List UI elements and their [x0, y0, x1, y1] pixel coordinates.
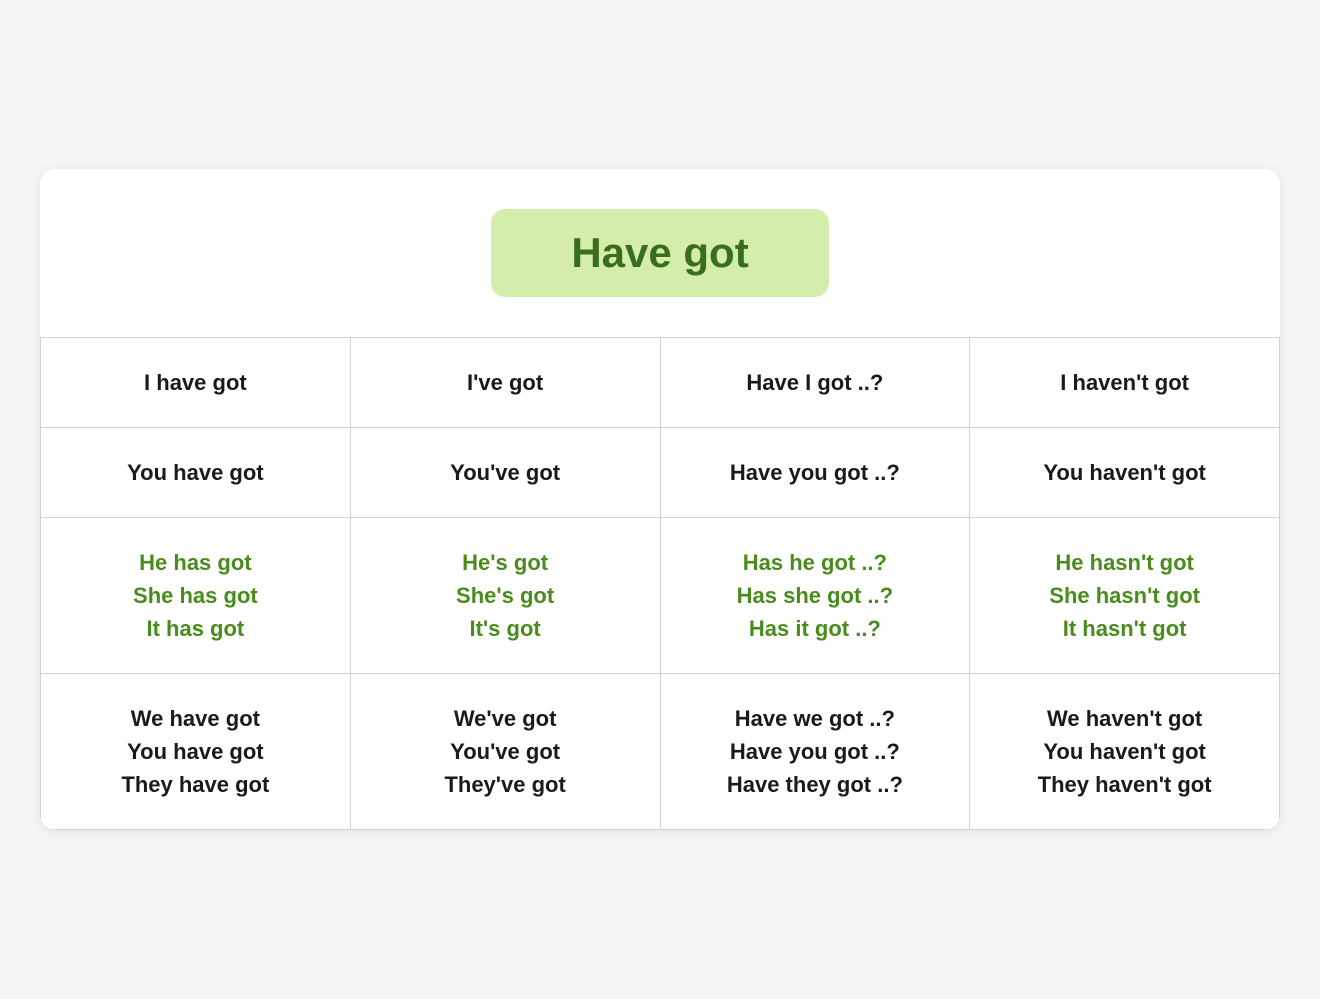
- table-cell: Have you got ..?: [660, 428, 970, 518]
- cell-text: I've got: [467, 370, 543, 395]
- table-cell: You have got: [41, 428, 351, 518]
- cell-text: I haven't got: [1060, 370, 1189, 395]
- cell-text: You haven't got: [1043, 460, 1206, 485]
- cell-text: We haven't got: [1047, 706, 1202, 731]
- cell-text: It has got: [146, 616, 244, 641]
- cell-text: You have got: [127, 739, 264, 764]
- cell-text: They haven't got: [1038, 772, 1212, 797]
- conjugation-table: I have got I've got Have I got ..? I haven'…: [40, 337, 1280, 830]
- cell-text: Has she got ..?: [737, 583, 893, 608]
- cell-text: She has got: [133, 583, 258, 608]
- cell-text: They have got: [121, 772, 269, 797]
- cell-text: We've got: [454, 706, 557, 731]
- cell-text: I have got: [144, 370, 247, 395]
- cell-text: You've got: [450, 739, 560, 764]
- table-cell: Have I got ..?: [660, 338, 970, 428]
- table-cell: He has got She has got It has got: [41, 518, 351, 674]
- cell-text: Have they got ..?: [727, 772, 903, 797]
- table-cell: Have we got ..? Have you got ..? Have they…: [660, 674, 970, 830]
- page-title: Have got: [571, 229, 748, 276]
- table-cell: We haven't got You haven't got They haven'…: [970, 674, 1280, 830]
- table-cell: You haven't got: [970, 428, 1280, 518]
- table-row: We have got You have got They have got We'v…: [41, 674, 1280, 830]
- cell-text: It hasn't got: [1063, 616, 1187, 641]
- cell-text: Has it got ..?: [749, 616, 881, 641]
- cell-text: We have got: [131, 706, 260, 731]
- cell-text: It's got: [470, 616, 541, 641]
- table-cell: He's got She's got It's got: [350, 518, 660, 674]
- table-cell: I have got: [41, 338, 351, 428]
- table-cell: He hasn't got She hasn't got It hasn't got: [970, 518, 1280, 674]
- cell-text: He hasn't got: [1055, 550, 1193, 575]
- cell-text: She's got: [456, 583, 554, 608]
- table-cell: I've got: [350, 338, 660, 428]
- table-cell: I haven't got: [970, 338, 1280, 428]
- table-row: You have got You've got Have you got ..? Yo…: [41, 428, 1280, 518]
- cell-text: Has he got ..?: [743, 550, 887, 575]
- main-card: Have got I have got I've got Have I got ..…: [40, 169, 1280, 830]
- table-row: I have got I've got Have I got ..? I haven'…: [41, 338, 1280, 428]
- cell-text: He has got: [139, 550, 251, 575]
- cell-text: She hasn't got: [1049, 583, 1200, 608]
- cell-text: You have got: [127, 460, 264, 485]
- table-row: He has got She has got It has got He's got S…: [41, 518, 1280, 674]
- table-cell: We've got You've got They've got: [350, 674, 660, 830]
- cell-text: Have you got ..?: [730, 739, 900, 764]
- title-badge: Have got: [491, 209, 828, 297]
- cell-text: You've got: [450, 460, 560, 485]
- cell-text: They've got: [444, 772, 565, 797]
- cell-text: Have I got ..?: [746, 370, 883, 395]
- header-section: Have got: [40, 169, 1280, 337]
- table-cell: We have got You have got They have got: [41, 674, 351, 830]
- table-cell: You've got: [350, 428, 660, 518]
- table-cell: Has he got ..? Has she got ..? Has it got …: [660, 518, 970, 674]
- cell-text: He's got: [462, 550, 548, 575]
- cell-text: You haven't got: [1043, 739, 1206, 764]
- cell-text: Have we got ..?: [735, 706, 895, 731]
- cell-text: Have you got ..?: [730, 460, 900, 485]
